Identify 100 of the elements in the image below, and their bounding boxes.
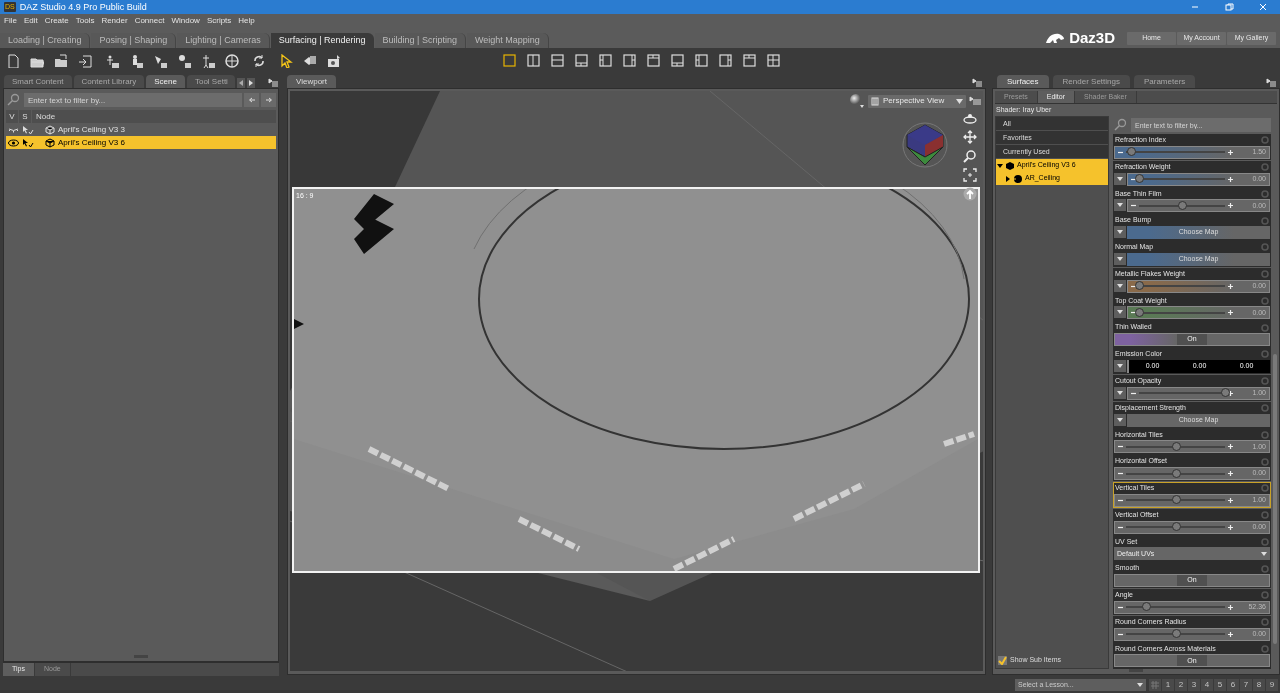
column-header[interactable]: S: [19, 110, 31, 123]
navigation-cube-icon[interactable]: [901, 121, 949, 169]
layout-icon[interactable]: [599, 54, 612, 67]
lesson-step-button[interactable]: 3: [1188, 679, 1200, 691]
property-menu-button[interactable]: [1114, 199, 1126, 212]
import-icon[interactable]: [78, 53, 92, 68]
property-menu-button[interactable]: [1114, 386, 1126, 399]
slider-thumb[interactable]: [1135, 307, 1144, 317]
menu-item[interactable]: Edit: [23, 15, 38, 27]
lesson-step-button[interactable]: 5: [1214, 679, 1226, 691]
column-header[interactable]: V: [6, 110, 18, 123]
checkbox[interactable]: [998, 655, 1007, 665]
view-label: Perspective View: [883, 95, 946, 107]
filter-field[interactable]: Enter text to filter by...: [24, 93, 242, 107]
scroll-right-icon[interactable]: [246, 78, 255, 88]
layout-icon[interactable]: [767, 54, 780, 67]
maximize-icon[interactable]: [1224, 2, 1234, 12]
scroll-left-icon[interactable]: [236, 78, 245, 88]
panel-tab[interactable]: Surfaces: [997, 75, 1049, 88]
layout-icon[interactable]: [575, 54, 588, 67]
panel-tab[interactable]: Parameters: [1133, 75, 1196, 88]
zoom-icon[interactable]: [963, 149, 977, 163]
slider-thumb[interactable]: [1171, 522, 1181, 532]
orbit-icon[interactable]: [963, 113, 977, 125]
lesson-step-button[interactable]: 7: [1240, 679, 1252, 691]
panel-tab[interactable]: Smart Content: [4, 75, 72, 88]
scrollbar-thumb[interactable]: [1273, 354, 1277, 644]
slider-thumb[interactable]: [1171, 468, 1181, 478]
resize-grip[interactable]: [1129, 669, 1143, 672]
layout-icon[interactable]: [719, 54, 732, 67]
globe-icon[interactable]: [225, 53, 239, 68]
layout-icon[interactable]: [503, 54, 516, 67]
slider-thumb[interactable]: [1126, 147, 1136, 157]
lesson-step-button[interactable]: 2: [1175, 679, 1187, 691]
layout-icon[interactable]: [647, 54, 660, 67]
figure-icon[interactable]: [201, 53, 215, 68]
slider-thumb[interactable]: [1221, 388, 1230, 398]
layout-icon[interactable]: [743, 54, 756, 67]
menu-item[interactable]: File: [4, 15, 17, 27]
lesson-step-button[interactable]: 8: [1253, 679, 1265, 691]
menu-item[interactable]: Tools: [75, 15, 95, 27]
menu-item[interactable]: Window: [171, 15, 200, 27]
move-arrows-icon[interactable]: [963, 130, 977, 144]
viewport-tab[interactable]: Viewport: [287, 75, 336, 88]
expanded-triangle-icon[interactable]: [997, 162, 1003, 169]
slider-thumb[interactable]: [1135, 281, 1144, 291]
property-menu-button[interactable]: [1114, 413, 1126, 426]
layout-icon[interactable]: [527, 54, 540, 67]
panel-menu-icon[interactable]: [268, 78, 278, 88]
panel-menu-icon[interactable]: [1266, 78, 1276, 88]
sphere-icon[interactable]: [849, 93, 865, 109]
close-icon[interactable]: [1258, 2, 1268, 12]
selectable-pointer-icon[interactable]: [22, 137, 34, 148]
layout-icon[interactable]: [551, 54, 564, 67]
scene-node-row[interactable]: April's Ceiling V3 6: [6, 136, 276, 149]
menu-item[interactable]: Scripts: [206, 15, 232, 27]
caret-icon: [1117, 363, 1123, 368]
menu-item[interactable]: Render: [101, 15, 128, 27]
column-header[interactable]: Node: [32, 110, 276, 123]
room-tab[interactable]: Surfacing | Rendering: [270, 33, 374, 48]
menu-item[interactable]: Connect: [134, 15, 165, 27]
slider-thumb[interactable]: [1171, 441, 1181, 451]
selectable-pointer-icon[interactable]: [22, 124, 34, 135]
menu-item[interactable]: Create: [44, 15, 69, 27]
scene-node-row[interactable]: April's Ceiling V3 3: [6, 123, 276, 136]
reset-view-icon[interactable]: [963, 187, 977, 201]
property-menu-button[interactable]: [1114, 279, 1126, 292]
panel-menu-icon[interactable]: [972, 78, 982, 88]
panel-tab[interactable]: Render Settings: [1052, 75, 1130, 88]
panel-tab[interactable]: Content Library: [73, 75, 145, 88]
slider-thumb[interactable]: [1171, 495, 1181, 505]
panel-menu-icon[interactable]: [969, 96, 981, 106]
property-menu-button[interactable]: [1114, 252, 1126, 265]
menu-item[interactable]: Help: [238, 15, 255, 27]
slider-thumb[interactable]: [1171, 629, 1181, 639]
lesson-step-button[interactable]: 4: [1201, 679, 1213, 691]
property-menu-button[interactable]: [1114, 226, 1126, 239]
layout-icon[interactable]: [671, 54, 684, 67]
shapes-icon[interactable]: [303, 53, 317, 68]
slider-thumb[interactable]: [1178, 200, 1187, 210]
frame-icon[interactable]: [963, 168, 977, 182]
lesson-step-button[interactable]: 6: [1227, 679, 1239, 691]
slider-thumb[interactable]: [1135, 174, 1144, 184]
lesson-step-button[interactable]: 1: [1162, 679, 1174, 691]
eye-icon[interactable]: [8, 138, 19, 147]
panel-tab[interactable]: Scene: [146, 75, 185, 88]
refresh-icon[interactable]: [252, 53, 266, 68]
figure-icon[interactable]: [105, 53, 119, 68]
collapsed-triangle-icon[interactable]: [1005, 175, 1011, 182]
property-menu-button[interactable]: [1114, 172, 1126, 185]
slider-thumb[interactable]: [1141, 602, 1151, 612]
layout-icon[interactable]: [623, 54, 636, 67]
lesson-step-button[interactable]: 9: [1266, 679, 1278, 691]
panel-tab[interactable]: Tool Setti: [186, 75, 235, 88]
layout-icon[interactable]: [695, 54, 708, 67]
property-menu-button[interactable]: [1114, 359, 1126, 372]
new-document-icon[interactable]: [6, 53, 20, 68]
property-menu-button[interactable]: [1114, 306, 1126, 319]
open-folder-icon[interactable]: [54, 53, 68, 68]
pointer-icon[interactable]: [279, 53, 293, 68]
